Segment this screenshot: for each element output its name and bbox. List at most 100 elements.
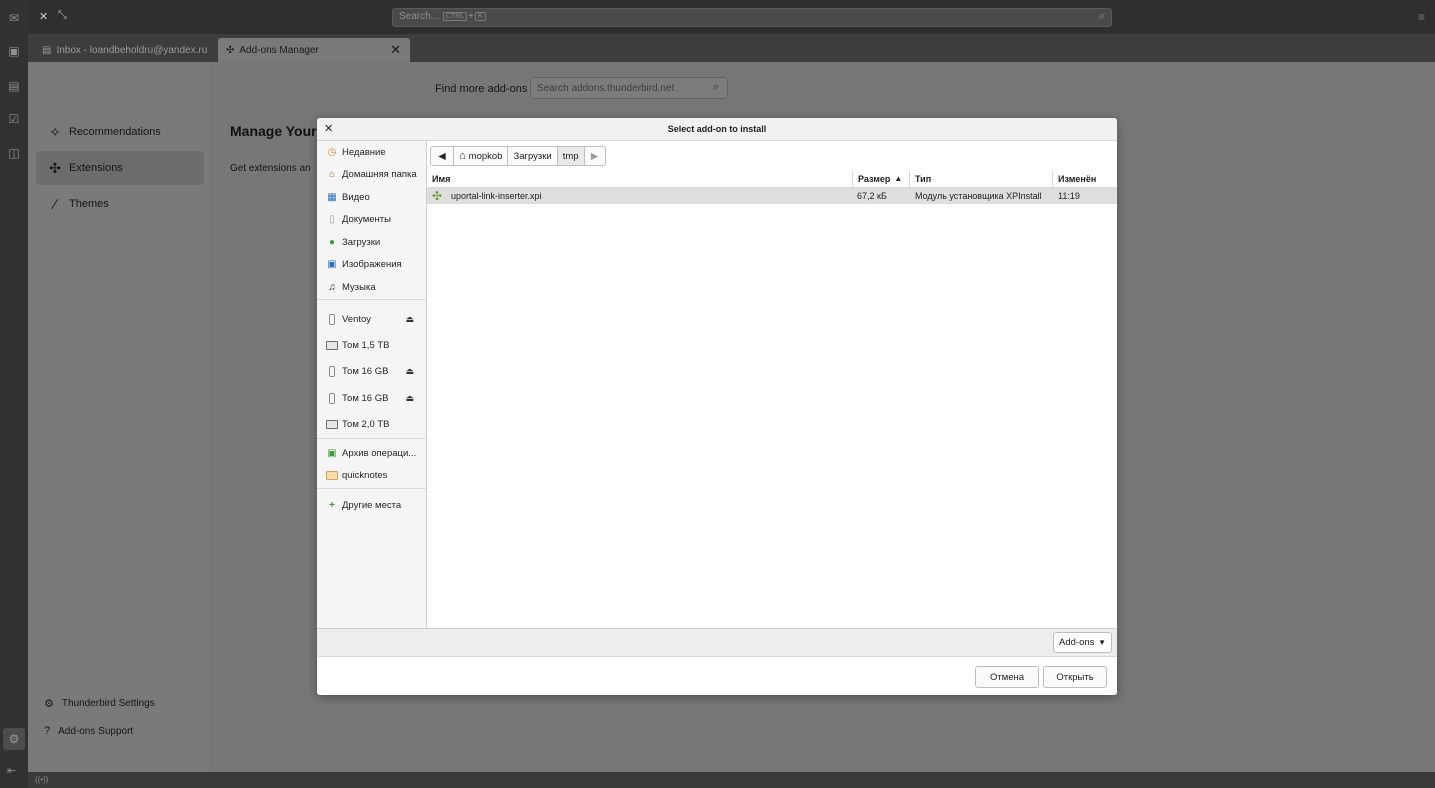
restore-window-icon[interactable]: ⤡ bbox=[58, 9, 67, 22]
home-icon: ⌂ bbox=[459, 150, 466, 162]
address-book-icon[interactable]: ▣ bbox=[6, 43, 22, 59]
file-name: uportal-link-inserter.xpi bbox=[451, 191, 542, 201]
device-volume-1-5tb[interactable]: Том 1,5 TB bbox=[317, 334, 427, 356]
place-label: Домашняя папка bbox=[342, 168, 417, 180]
global-search-input[interactable]: Search... CTRL + K ⌕ bbox=[392, 8, 1112, 27]
path-segment-home[interactable]: ⌂ mopkob bbox=[453, 146, 509, 166]
dialog-button-bar: Отмена Открыть bbox=[317, 656, 1117, 695]
place-documents[interactable]: ▯ Документы bbox=[317, 208, 427, 230]
tab-addons-manager[interactable]: ✣ Add-ons Manager ✕ bbox=[218, 38, 410, 62]
device-label: Том 16 GB bbox=[342, 392, 389, 404]
footer-link-label: Thunderbird Settings bbox=[61, 698, 155, 709]
file-list: Имя Размер ▲ Тип Изменён ✣ uportal-link-… bbox=[427, 170, 1117, 628]
search-icon: ⌕ bbox=[712, 81, 719, 93]
shortcut-plus: + bbox=[468, 11, 474, 22]
device-volume-2tb[interactable]: Том 2,0 TB bbox=[317, 413, 427, 435]
place-downloads[interactable]: ● Загрузки bbox=[317, 231, 427, 253]
bookmark-archive[interactable]: ▣ Архив операци... bbox=[317, 442, 427, 464]
device-volume-16gb-1[interactable]: Том 16 GB ⏏ bbox=[317, 360, 427, 382]
path-back-button[interactable]: ◀ bbox=[430, 146, 454, 166]
place-pictures[interactable]: ▣ Изображения bbox=[317, 253, 427, 275]
folder-icon bbox=[326, 469, 338, 481]
file-row[interactable]: ✣ uportal-link-inserter.xpi 67,2 кБ Моду… bbox=[427, 188, 1117, 204]
page-title: Manage Your bbox=[230, 123, 317, 139]
category-recommendations[interactable]: ✧ Recommendations bbox=[36, 115, 204, 149]
shortcut-key-ctrl: CTRL bbox=[442, 12, 468, 21]
file-chooser-dialog: ✕ Select add-on to install ◷ Недавние ⌂ … bbox=[317, 118, 1117, 695]
online-status-icon[interactable]: ((•)) bbox=[35, 775, 48, 784]
eject-icon[interactable]: ⏏ bbox=[405, 314, 414, 325]
file-filter-select[interactable]: Add-ons ▼ bbox=[1053, 632, 1112, 653]
settings-space-icon[interactable]: ⚙ bbox=[3, 728, 25, 750]
column-type[interactable]: Тип bbox=[910, 170, 1053, 188]
mail-space-icon[interactable]: ✉ bbox=[6, 10, 22, 26]
place-label: Музыка bbox=[342, 281, 376, 293]
archive-icon: ▣ bbox=[327, 447, 337, 459]
calendar-icon[interactable]: ▤ bbox=[6, 78, 22, 94]
hard-drive-icon bbox=[326, 339, 338, 351]
device-volume-16gb-2[interactable]: Том 16 GB ⏏ bbox=[317, 387, 427, 409]
app-menu-icon[interactable]: ≡ bbox=[1418, 10, 1425, 24]
image-icon: ▣ bbox=[327, 258, 337, 270]
search-icon: ⌕ bbox=[1098, 10, 1105, 22]
tab-addons-label: Add-ons Manager bbox=[239, 44, 319, 56]
place-recent[interactable]: ◷ Недавние bbox=[317, 141, 427, 163]
file-modified: 11:19 bbox=[1058, 191, 1080, 201]
xpi-package-icon: ✣ bbox=[432, 189, 443, 203]
collapse-toolbar-icon[interactable]: ⇤ bbox=[7, 764, 16, 777]
get-extensions-text: Get extensions an bbox=[230, 163, 311, 174]
device-ventoy[interactable]: Ventoy ⏏ bbox=[317, 308, 427, 330]
bookmark-label: quicknotes bbox=[342, 469, 388, 481]
places-separator bbox=[317, 488, 427, 489]
tasks-icon[interactable]: ☑ bbox=[6, 111, 22, 127]
document-icon: ▯ bbox=[329, 213, 335, 225]
path-segment-downloads[interactable]: Загрузки bbox=[507, 146, 558, 166]
bookmark-label: Архив операци... bbox=[342, 447, 417, 459]
thunderbird-settings-link[interactable]: ⚙ Thunderbird Settings bbox=[44, 697, 155, 710]
categories-sidebar: ✧ Recommendations ✣ Extensions ∕ Themes … bbox=[28, 62, 210, 772]
usb-drive-icon bbox=[326, 392, 338, 404]
addons-support-link[interactable]: ? Add-ons Support bbox=[44, 725, 133, 737]
addons-search-placeholder: Search addons.thunderbird.net bbox=[537, 83, 675, 94]
column-label: Размер bbox=[858, 173, 891, 184]
usb-drive-icon bbox=[326, 313, 338, 325]
path-bar: ◀ ⌂ mopkob Загрузки tmp ▶ bbox=[430, 146, 606, 166]
place-videos[interactable]: ▦ Видео bbox=[317, 186, 427, 208]
dialog-title: Select add-on to install bbox=[667, 124, 767, 134]
puzzle-icon: ✣ bbox=[226, 44, 235, 56]
column-size[interactable]: Размер ▲ bbox=[853, 170, 910, 188]
category-extensions[interactable]: ✣ Extensions bbox=[36, 151, 204, 185]
close-window-icon[interactable]: ✕ bbox=[39, 10, 48, 23]
category-label: Extensions bbox=[69, 162, 123, 174]
column-modified[interactable]: Изменён bbox=[1053, 170, 1117, 188]
place-label: Изображения bbox=[342, 258, 402, 270]
open-label: Открыть bbox=[1056, 671, 1094, 683]
filter-value: Add-ons bbox=[1059, 637, 1095, 648]
places-separator bbox=[317, 299, 427, 300]
device-label: Том 2,0 TB bbox=[342, 418, 390, 430]
chat-icon[interactable]: ◫ bbox=[6, 145, 22, 161]
column-label: Изменён bbox=[1058, 173, 1097, 184]
cancel-button[interactable]: Отмена bbox=[975, 666, 1039, 688]
eject-icon[interactable]: ⏏ bbox=[405, 366, 414, 377]
close-tab-icon[interactable]: ✕ bbox=[390, 42, 401, 58]
place-label: Документы bbox=[342, 213, 391, 225]
place-music[interactable]: ♫ Музыка bbox=[317, 276, 427, 298]
open-button[interactable]: Открыть bbox=[1043, 666, 1107, 688]
path-forward-button[interactable]: ▶ bbox=[583, 146, 606, 166]
file-size: 67,2 кБ bbox=[857, 191, 887, 201]
tab-inbox[interactable]: ▤ Inbox - loandbeholdru@yandex.ru bbox=[34, 38, 218, 62]
addons-search-input[interactable]: Search addons.thunderbird.net ⌕ bbox=[530, 77, 728, 99]
sort-ascending-icon: ▲ bbox=[894, 174, 903, 183]
device-label: Том 16 GB bbox=[342, 365, 389, 377]
place-home[interactable]: ⌂ Домашняя папка bbox=[317, 163, 427, 185]
inbox-icon: ▤ bbox=[42, 44, 52, 56]
place-other-locations[interactable]: + Другие места bbox=[317, 494, 427, 516]
eject-icon[interactable]: ⏏ bbox=[405, 393, 414, 404]
path-segment-tmp[interactable]: tmp bbox=[556, 146, 585, 166]
column-name[interactable]: Имя bbox=[427, 170, 853, 188]
hard-drive-icon bbox=[326, 418, 338, 430]
bookmark-quicknotes[interactable]: quicknotes bbox=[317, 464, 427, 486]
category-themes[interactable]: ∕ Themes bbox=[36, 187, 204, 221]
places-separator bbox=[317, 438, 427, 439]
